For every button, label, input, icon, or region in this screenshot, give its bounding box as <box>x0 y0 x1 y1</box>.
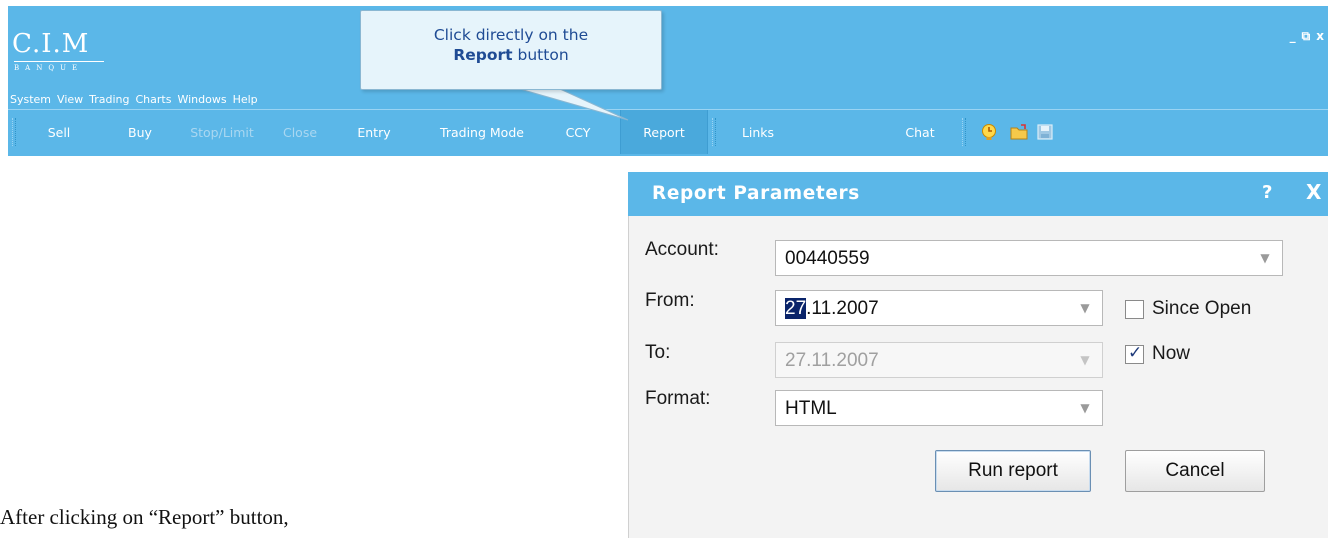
account-label: Account: <box>645 239 719 260</box>
folder-icon[interactable] <box>1010 123 1028 141</box>
chevron-down-icon[interactable]: ▼ <box>1068 291 1102 325</box>
format-select[interactable]: HTML ▼ <box>775 390 1103 426</box>
since-open-checkbox[interactable]: Since Open <box>1125 298 1251 320</box>
window-controls: _ ⧉ x <box>1290 30 1324 42</box>
from-label: From: <box>645 290 695 311</box>
help-icon[interactable]: ? <box>1262 182 1272 203</box>
chat-button[interactable]: Chat <box>880 110 960 154</box>
toolbar-grip[interactable] <box>712 118 716 146</box>
from-date-value[interactable]: 27.11.2007 <box>785 298 879 320</box>
to-label: To: <box>645 342 671 363</box>
save-icon[interactable] <box>1036 123 1054 141</box>
account-value: 00440559 <box>785 248 870 269</box>
now-checkbox[interactable]: Now <box>1125 343 1190 365</box>
now-check-box[interactable] <box>1125 343 1144 364</box>
toolbar-grip[interactable] <box>962 118 966 146</box>
cancel-button[interactable]: Cancel <box>1125 450 1265 492</box>
to-date-picker: 27.11.2007 ▼ <box>775 342 1103 378</box>
format-label: Format: <box>645 388 711 409</box>
document-caption: After clicking on “Report” button, <box>0 505 289 529</box>
callout-line2-rest: button <box>512 46 569 64</box>
since-open-check-box[interactable] <box>1125 299 1144 319</box>
from-date-day-selection: 27 <box>785 298 807 319</box>
dialog-title: Report Parameters <box>652 183 860 204</box>
report-parameters-dialog: Report Parameters ? X Account: 00440559 … <box>628 172 1328 538</box>
format-value: HTML <box>785 398 837 419</box>
close-window-icon[interactable]: x <box>1316 30 1324 42</box>
close-icon[interactable]: X <box>1306 180 1321 204</box>
dialog-title-bar[interactable]: Report Parameters ? X <box>628 172 1328 216</box>
callout-report-word: Report <box>453 46 513 64</box>
now-label: Now <box>1152 343 1191 364</box>
to-date-value: 27.11.2007 <box>785 350 879 371</box>
restore-icon[interactable]: ⧉ <box>1302 30 1311 42</box>
from-date-picker[interactable]: 27.11.2007 ▼ <box>775 290 1103 326</box>
dialog-body: Account: 00440559 ▼ From: 27.11.2007 ▼ S… <box>628 216 1328 538</box>
chevron-down-icon: ▼ <box>1080 353 1090 367</box>
account-select[interactable]: 00440559 ▼ <box>775 240 1283 276</box>
from-date-rest: .11.2007 <box>806 298 879 319</box>
links-button[interactable]: Links <box>720 110 796 154</box>
chevron-down-icon[interactable]: ▼ <box>1248 241 1282 275</box>
bulb-clock-icon[interactable] <box>980 123 998 141</box>
callout-line1: Click directly on the <box>433 26 589 44</box>
since-open-label: Since Open <box>1152 298 1252 319</box>
callout-text: Click directly on the Report button <box>361 25 661 65</box>
instruction-callout: Click directly on the Report button <box>360 10 662 90</box>
run-report-button[interactable]: Run report <box>935 450 1091 492</box>
chevron-down-icon[interactable]: ▼ <box>1068 391 1102 425</box>
minimize-icon[interactable]: _ <box>1290 30 1296 42</box>
